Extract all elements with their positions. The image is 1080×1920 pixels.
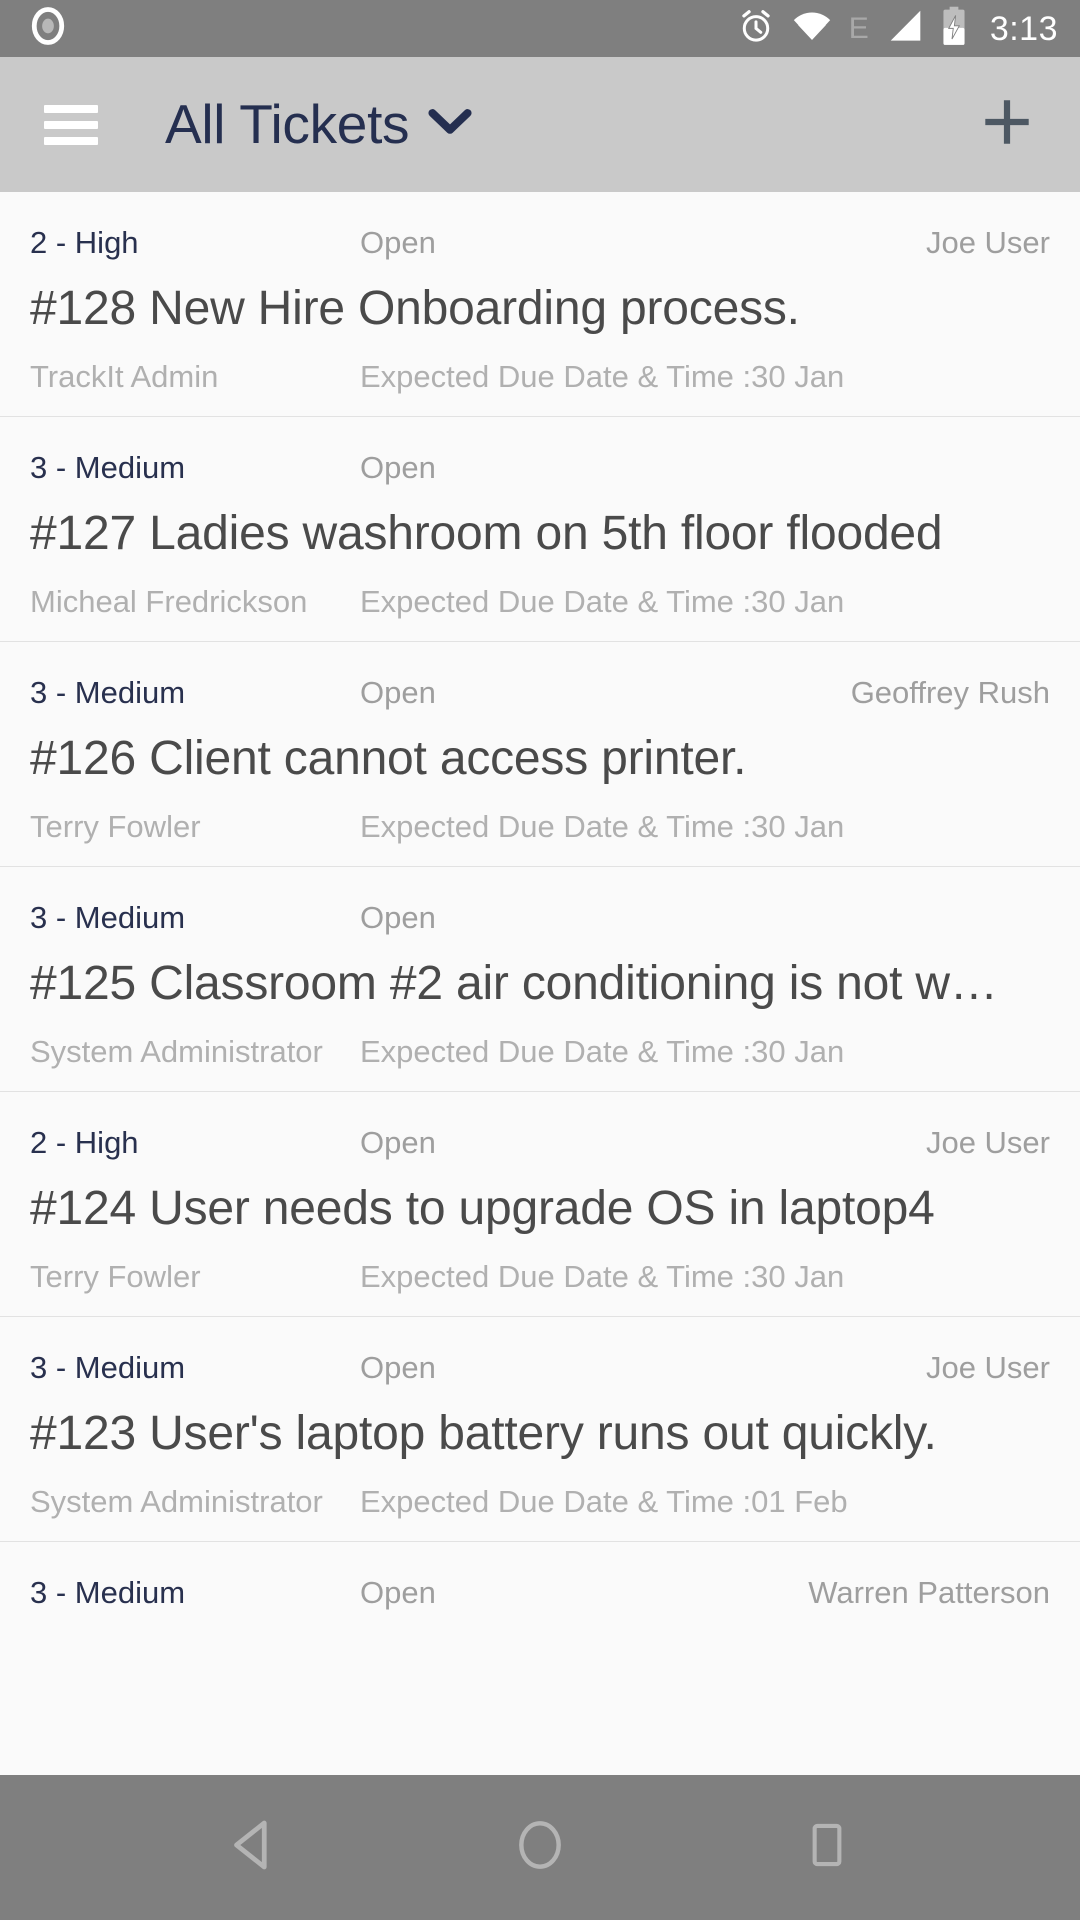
table-row[interactable]: 2 - High Open Joe User #128 New Hire Onb… bbox=[0, 192, 1080, 417]
chevron-down-icon[interactable] bbox=[427, 107, 473, 142]
ticket-title: #128 New Hire Onboarding process. bbox=[30, 282, 800, 336]
record-icon bbox=[26, 4, 70, 53]
home-button[interactable] bbox=[480, 1788, 600, 1908]
ticket-meta: 3 - Medium Open bbox=[30, 449, 1050, 485]
status-badge: Open bbox=[360, 1574, 436, 1610]
ticket-title: #127 Ladies washroom on 5th floor floode… bbox=[30, 507, 943, 561]
assignee-label: Joe User bbox=[925, 1124, 1050, 1160]
recents-square-icon bbox=[801, 1819, 853, 1876]
back-button[interactable] bbox=[193, 1788, 313, 1908]
assignee-label: Joe User bbox=[925, 225, 1050, 260]
assignee-label: Warren Patterson bbox=[808, 1574, 1050, 1610]
table-row[interactable]: 3 - Medium Open Warren Patterson bbox=[0, 1541, 1080, 1610]
status-badge: Open bbox=[360, 449, 436, 485]
requester-label: Terry Fowler bbox=[30, 808, 201, 844]
phone-screen: E 3:13 All Tickets 2 - High Open Joe Use… bbox=[0, 0, 1080, 1920]
home-circle-icon bbox=[512, 1817, 568, 1878]
hamburger-bar-2 bbox=[44, 120, 98, 129]
ticket-title: #123 User's laptop battery runs out quic… bbox=[30, 1406, 937, 1460]
ticket-subinfo: Terry Fowler Expected Due Date & Time :3… bbox=[30, 1258, 1050, 1294]
due-date-label: Expected Due Date & Time :30 Jan bbox=[360, 1258, 845, 1294]
recents-button[interactable] bbox=[767, 1788, 887, 1908]
priority-badge: 3 - Medium bbox=[30, 899, 186, 935]
status-badge: Open bbox=[360, 225, 436, 260]
due-date-label: Expected Due Date & Time :30 Jan bbox=[360, 583, 845, 619]
due-date-label: Expected Due Date & Time :30 Jan bbox=[360, 808, 845, 844]
status-badge: Open bbox=[360, 899, 436, 935]
page-title: All Tickets bbox=[165, 93, 410, 155]
due-date-label: Expected Due Date & Time :30 Jan bbox=[360, 1033, 845, 1069]
priority-badge: 3 - Medium bbox=[30, 1574, 186, 1610]
back-triangle-icon bbox=[223, 1815, 283, 1880]
status-badge: Open bbox=[360, 1349, 436, 1385]
ticket-title: #125 Classroom #2 air conditioning is no… bbox=[30, 956, 998, 1010]
android-navigation-bar bbox=[0, 1775, 1080, 1920]
due-date-label: Expected Due Date & Time :30 Jan bbox=[360, 358, 845, 394]
cellular-signal-icon bbox=[886, 9, 924, 48]
ticket-subinfo: System Administrator Expected Due Date &… bbox=[30, 1033, 1050, 1069]
status-bar: E 3:13 bbox=[0, 0, 1080, 57]
hamburger-bar-1 bbox=[44, 104, 98, 113]
ticket-subinfo: TrackIt Admin Expected Due Date & Time :… bbox=[30, 358, 1050, 394]
view-selector[interactable]: All Tickets bbox=[165, 97, 473, 152]
ticket-subinfo: Micheal Fredrickson Expected Due Date & … bbox=[30, 583, 1050, 619]
wifi-icon bbox=[792, 9, 832, 48]
ticket-subinfo: Terry Fowler Expected Due Date & Time :3… bbox=[30, 808, 1050, 844]
table-row[interactable]: 3 - Medium Open Geoffrey Rush #126 Clien… bbox=[0, 641, 1080, 867]
add-ticket-button[interactable] bbox=[972, 90, 1042, 160]
assignee-label: Joe User bbox=[925, 1349, 1050, 1385]
priority-badge: 2 - High bbox=[30, 225, 139, 260]
table-row[interactable]: 3 - Medium Open Joe User #123 User's lap… bbox=[0, 1316, 1080, 1542]
due-date-label: Expected Due Date & Time :01 Feb bbox=[360, 1483, 848, 1519]
table-row[interactable]: 2 - High Open Joe User #124 User needs t… bbox=[0, 1091, 1080, 1317]
alarm-icon bbox=[737, 7, 775, 50]
status-bar-left bbox=[26, 4, 70, 53]
assignee-label: Geoffrey Rush bbox=[850, 674, 1050, 710]
hamburger-bar-3 bbox=[44, 136, 98, 145]
status-badge: Open bbox=[360, 1124, 436, 1160]
app-bar: All Tickets bbox=[0, 57, 1080, 192]
plus-icon bbox=[976, 91, 1038, 158]
priority-badge: 2 - High bbox=[30, 1124, 139, 1160]
ticket-meta: 3 - Medium Open Joe User bbox=[30, 1349, 1050, 1385]
hamburger-menu-icon[interactable] bbox=[44, 104, 98, 145]
ticket-meta: 2 - High Open Joe User bbox=[30, 225, 1050, 260]
requester-label: Terry Fowler bbox=[30, 1258, 201, 1294]
requester-label: System Administrator bbox=[30, 1483, 323, 1519]
ticket-meta: 3 - Medium Open bbox=[30, 899, 1050, 935]
requester-label: System Administrator bbox=[30, 1033, 323, 1069]
status-bar-right: E 3:13 bbox=[737, 6, 1058, 51]
status-badge: Open bbox=[360, 674, 436, 710]
battery-charging-icon bbox=[941, 6, 967, 51]
ticket-title: #126 Client cannot access printer. bbox=[30, 731, 747, 785]
ticket-subinfo: System Administrator Expected Due Date &… bbox=[30, 1483, 1050, 1519]
table-row[interactable]: 3 - Medium Open #125 Classroom #2 air co… bbox=[0, 866, 1080, 1092]
requester-label: Micheal Fredrickson bbox=[30, 583, 308, 619]
ticket-meta: 3 - Medium Open Warren Patterson bbox=[30, 1574, 1050, 1610]
ticket-title: #124 User needs to upgrade OS in laptop4 bbox=[30, 1181, 935, 1235]
status-bar-clock: 3:13 bbox=[989, 9, 1058, 48]
edge-network-icon: E bbox=[848, 11, 869, 45]
ticket-meta: 2 - High Open Joe User bbox=[30, 1124, 1050, 1160]
table-row[interactable]: 3 - Medium Open #127 Ladies washroom on … bbox=[0, 416, 1080, 642]
ticket-list[interactable]: 2 - High Open Joe User #128 New Hire Onb… bbox=[0, 192, 1080, 1775]
ticket-meta: 3 - Medium Open Geoffrey Rush bbox=[30, 674, 1050, 710]
priority-badge: 3 - Medium bbox=[30, 449, 186, 485]
requester-label: TrackIt Admin bbox=[30, 358, 219, 394]
priority-badge: 3 - Medium bbox=[30, 1349, 186, 1385]
priority-badge: 3 - Medium bbox=[30, 674, 186, 710]
